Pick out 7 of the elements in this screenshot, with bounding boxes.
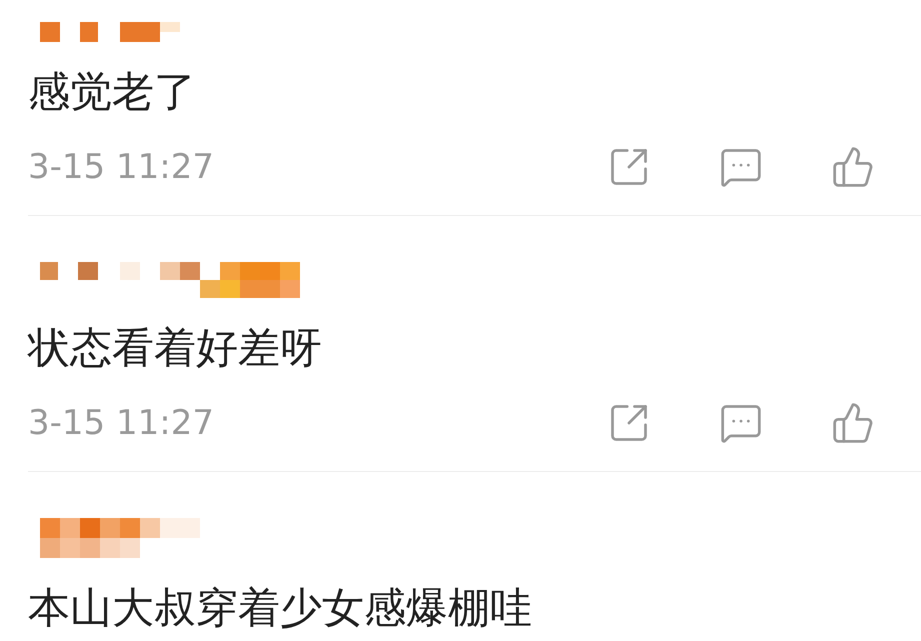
comment-text: 状态看着好差呀 xyxy=(28,322,323,374)
comment-time: 3-15 11:27 xyxy=(28,402,214,445)
comment-text: 感觉老了 xyxy=(28,66,197,118)
comment-time: 3-15 11:27 xyxy=(28,146,214,189)
like-icon[interactable] xyxy=(831,145,875,189)
like-icon[interactable] xyxy=(831,401,875,445)
comment-text: 本山大叔穿着少女感爆棚哇 xyxy=(28,582,533,634)
